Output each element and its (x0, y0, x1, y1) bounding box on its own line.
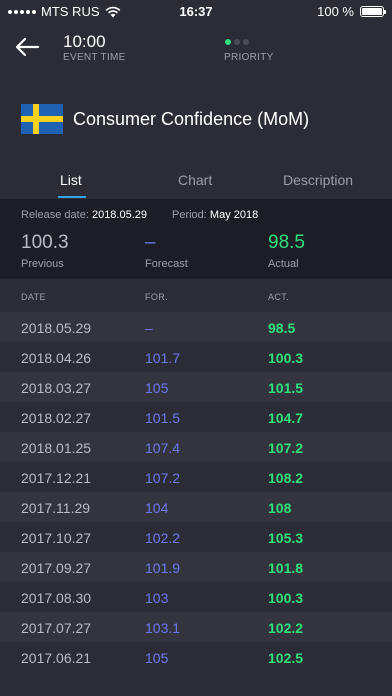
release-date-line: Release date: 2018.05.29 (21, 209, 147, 221)
row-forecast: 103.1 (145, 620, 181, 636)
row-date: 2017.11.29 (21, 500, 91, 516)
table-row: 2018.01.25 107.4 107.2 (0, 432, 392, 462)
row-date: 2018.04.26 (21, 350, 92, 366)
table-row: 2017.12.21 107.2 108.2 (0, 462, 392, 492)
row-date: 2017.12.21 (21, 470, 92, 486)
row-actual: 107.2 (268, 440, 304, 456)
tab-description[interactable]: Description (283, 172, 353, 188)
back-arrow-icon[interactable] (14, 36, 40, 58)
battery-percent: 100 % (317, 4, 354, 19)
row-actual: 101.5 (268, 380, 304, 396)
priority-dots (225, 39, 249, 45)
row-actual: 100.3 (268, 350, 304, 366)
column-header-forecast: FOR. (145, 292, 169, 302)
event-time-value: 10:00 (63, 32, 106, 51)
row-date: 2018.05.29 (21, 320, 92, 336)
event-title-row: Consumer Confidence (MoM) (21, 104, 309, 134)
tab-chart[interactable]: Chart (178, 172, 212, 188)
battery-icon (360, 6, 386, 17)
table-row: 2018.04.26 101.7 100.3 (0, 342, 392, 372)
column-header-date: DATE (21, 292, 46, 302)
row-date: 2018.03.27 (21, 380, 92, 396)
row-forecast: 105 (145, 380, 169, 396)
priority-dot-3 (243, 39, 249, 45)
row-forecast: 101.7 (145, 350, 181, 366)
row-date: 2017.08.30 (21, 590, 92, 606)
status-bar: MTS RUS 16:37 100 % (0, 0, 392, 24)
column-header-actual: ACT. (268, 292, 290, 302)
row-forecast: 105 (145, 650, 169, 666)
release-date-label: Release date: (21, 209, 89, 221)
table-row: 2017.06.21 105 102.5 (0, 642, 392, 672)
priority-dot-1 (225, 39, 231, 45)
row-actual: 102.5 (268, 650, 304, 666)
table-header: DATE FOR. ACT. (0, 280, 392, 312)
table-row: 2018.02.27 101.5 104.7 (0, 402, 392, 432)
row-actual: 98.5 (268, 320, 296, 336)
history-table: 2018.05.29–98.5 2018.04.26 101.7 100.3 2018.… (0, 312, 392, 672)
period-value: May 2018 (209, 209, 259, 221)
actual-label: Actual (268, 258, 299, 270)
row-actual: 108.2 (268, 470, 304, 486)
row-actual: 100.3 (268, 590, 304, 606)
row-forecast: 101.5 (145, 410, 181, 426)
row-date: 2018.01.25 (21, 440, 92, 456)
row-actual: 105.3 (268, 530, 304, 546)
row-date: 2017.06.21 (21, 650, 92, 666)
row-actual: 108 (268, 500, 292, 516)
table-row: 2018.05.29 – 98.5 (0, 312, 392, 342)
row-forecast: 107.2 (145, 470, 181, 486)
release-info-panel: Release date: 2018.05.29 Period: May 201… (0, 199, 392, 279)
previous-value: 100.3 (21, 232, 69, 253)
event-header: 10:00 EVENT TIME PRIORITY (0, 24, 392, 94)
event-title: Consumer Confidence (MoM) (73, 108, 310, 129)
release-date-value: 2018.05.29 (91, 209, 148, 221)
row-forecast: 102.2 (145, 530, 181, 546)
row-date: 2017.07.27 (21, 620, 92, 636)
row-forecast: 104 (145, 500, 169, 516)
period-label: Period: (172, 209, 207, 221)
row-date: 2018.02.27 (21, 410, 92, 426)
row-date: 2017.09.27 (21, 560, 92, 576)
priority-dot-2 (234, 39, 240, 45)
tab-bar: List Chart Description (0, 164, 392, 198)
event-time-label: EVENT TIME (63, 52, 126, 63)
period-line: Period: May 2018 (172, 209, 258, 221)
table-row: 2017.09.27 101.9 101.8 (0, 552, 392, 582)
row-actual: 101.8 (268, 560, 304, 576)
sweden-flag-icon (21, 104, 63, 134)
tab-list[interactable]: List (60, 172, 82, 188)
table-row: 2017.10.27 102.2 105.3 (0, 522, 392, 552)
table-row: 2018.03.27 105 101.5 (0, 372, 392, 402)
row-forecast: 101.9 (145, 560, 181, 576)
row-forecast: 107.4 (145, 440, 181, 456)
table-row: 2017.07.27 103.1 102.2 (0, 612, 392, 642)
active-tab-indicator (58, 196, 86, 198)
table-row: 2017.11.29 104 108 (0, 492, 392, 522)
forecast-value: – (145, 232, 156, 253)
row-forecast: 103 (145, 590, 169, 606)
actual-value: 98.5 (268, 232, 305, 253)
row-forecast: – (145, 320, 153, 336)
row-date: 2017.10.27 (21, 530, 92, 546)
row-actual: 102.2 (268, 620, 304, 636)
table-row: 2017.08.30 103 100.3 (0, 582, 392, 612)
row-actual: 104.7 (268, 410, 304, 426)
forecast-label: Forecast (145, 258, 188, 270)
status-right: 100 % (317, 4, 386, 19)
previous-label: Previous (21, 258, 64, 270)
priority-label: PRIORITY (224, 52, 274, 63)
